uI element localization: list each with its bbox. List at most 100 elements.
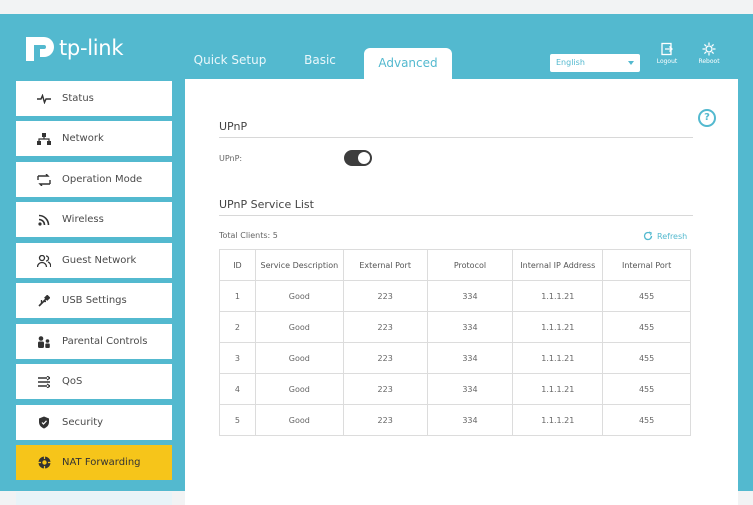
tp-link-logo[interactable]: tp-link [22,33,123,63]
cell-service-description: Good [254,373,344,405]
cell-id: 4 [219,373,256,405]
reboot-button[interactable]: Reboot [694,42,724,65]
table-row: 3 Good 223 334 1.1.1.21 455 [219,342,691,374]
cell-internal-ip: 1.1.1.21 [512,342,604,374]
sidebar-item-label: Network [62,133,104,144]
cell-protocol: 334 [426,404,514,436]
cell-id: 5 [219,404,256,436]
cell-id: 2 [219,311,256,343]
toggle-knob [358,152,370,164]
cell-id: 1 [219,280,256,312]
sidebar-item-label: QoS [62,376,83,387]
app-frame: tp-link Quick Setup Basic Advanced Engli… [0,14,753,505]
tp-link-logo-icon [26,37,54,61]
column-header-id: ID [219,249,256,281]
cell-external-port: 223 [342,280,428,312]
operation-mode-icon [36,172,52,188]
divider [219,137,693,138]
column-header-internal-ip: Internal IP Address [512,249,604,281]
sidebar-submenu-area [16,492,172,505]
table-row: 4 Good 223 334 1.1.1.21 455 [219,373,691,405]
wifi-icon [36,212,52,228]
column-header-external-port: External Port [342,249,428,281]
sidebar-item-label: Guest Network [62,255,137,266]
cell-internal-ip: 1.1.1.21 [512,280,604,312]
upnp-section-title: UPnP [219,120,248,133]
language-value: English [556,58,585,67]
chevron-down-icon [628,61,634,65]
parental-icon [36,334,52,350]
column-header-service-description: Service Description [254,249,344,281]
cell-internal-ip: 1.1.1.21 [512,311,604,343]
cell-protocol: 334 [426,280,514,312]
cell-internal-ip: 1.1.1.21 [512,404,604,436]
sidebar-item-nat-forwarding[interactable]: NAT Forwarding [16,445,172,480]
upnp-label: UPnP: [219,154,243,163]
cell-internal-port: 455 [602,342,691,374]
table-row: 5 Good 223 334 1.1.1.21 455 [219,404,691,436]
sidebar-item-label: Parental Controls [62,336,148,347]
sidebar-item-wireless[interactable]: Wireless [16,202,172,237]
sidebar-item-label: NAT Forwarding [62,457,141,468]
logout-icon [661,42,673,56]
cell-service-description: Good [254,404,344,436]
column-header-internal-port: Internal Port [602,249,691,281]
language-select[interactable]: English [550,54,640,72]
content-panel: ? UPnP UPnP: UPnP Service List Total Cli… [185,79,738,505]
cell-service-description: Good [254,280,344,312]
sidebar-item-operation-mode[interactable]: Operation Mode [16,162,172,197]
sidebar-item-status[interactable]: Status [16,81,172,116]
cell-id: 3 [219,342,256,374]
refresh-label: Refresh [657,231,688,241]
brand-name: tp-link [59,36,124,60]
cell-external-port: 223 [342,311,428,343]
upnp-toggle[interactable] [344,150,372,166]
column-header-protocol: Protocol [426,249,514,281]
cell-external-port: 223 [342,404,428,436]
sidebar-item-parental-controls[interactable]: Parental Controls [16,324,172,359]
logout-label: Logout [656,58,678,65]
sidebar-item-label: Wireless [62,214,104,225]
logout-button[interactable]: Logout [652,42,682,65]
refresh-button[interactable]: Refresh [643,231,687,241]
cell-internal-port: 455 [602,373,691,405]
sidebar-item-network[interactable]: Network [16,121,172,156]
cell-service-description: Good [254,342,344,374]
cell-internal-port: 455 [602,311,691,343]
sidebar-item-guest-network[interactable]: Guest Network [16,243,172,278]
total-clients-label: Total Clients: 5 [219,231,278,240]
reboot-label: Reboot [698,58,720,65]
guest-users-icon [36,253,52,269]
usb-icon [36,293,52,309]
cell-external-port: 223 [342,342,428,374]
service-list-title: UPnP Service List [219,198,314,211]
upnp-service-table: ID Service Description External Port Pro… [219,249,691,436]
table-header-row: ID Service Description External Port Pro… [219,249,691,281]
cell-internal-port: 455 [602,280,691,312]
sidebar-item-security[interactable]: Security [16,405,172,440]
tab-basic[interactable]: Basic [290,44,350,77]
gear-icon [702,42,716,56]
sidebar-item-label: USB Settings [62,295,127,306]
sidebar-item-qos[interactable]: QoS [16,364,172,399]
cell-internal-ip: 1.1.1.21 [512,373,604,405]
sidebar-item-usb-settings[interactable]: USB Settings [16,283,172,318]
shield-icon [36,415,52,431]
qos-icon [36,374,52,390]
table-row: 1 Good 223 334 1.1.1.21 455 [219,280,691,312]
table-row: 2 Good 223 334 1.1.1.21 455 [219,311,691,343]
tab-advanced[interactable]: Advanced [364,48,452,79]
cell-external-port: 223 [342,373,428,405]
cell-internal-port: 455 [602,404,691,436]
cell-protocol: 334 [426,311,514,343]
divider [219,215,693,216]
tab-quick-setup[interactable]: Quick Setup [190,44,270,77]
help-icon[interactable]: ? [698,109,716,127]
sidebar-item-label: Status [62,93,94,104]
cell-protocol: 334 [426,342,514,374]
cell-service-description: Good [254,311,344,343]
sidebar-item-label: Operation Mode [62,174,143,185]
refresh-icon [643,231,653,241]
cell-protocol: 334 [426,373,514,405]
sidebar-item-label: Security [62,417,104,428]
